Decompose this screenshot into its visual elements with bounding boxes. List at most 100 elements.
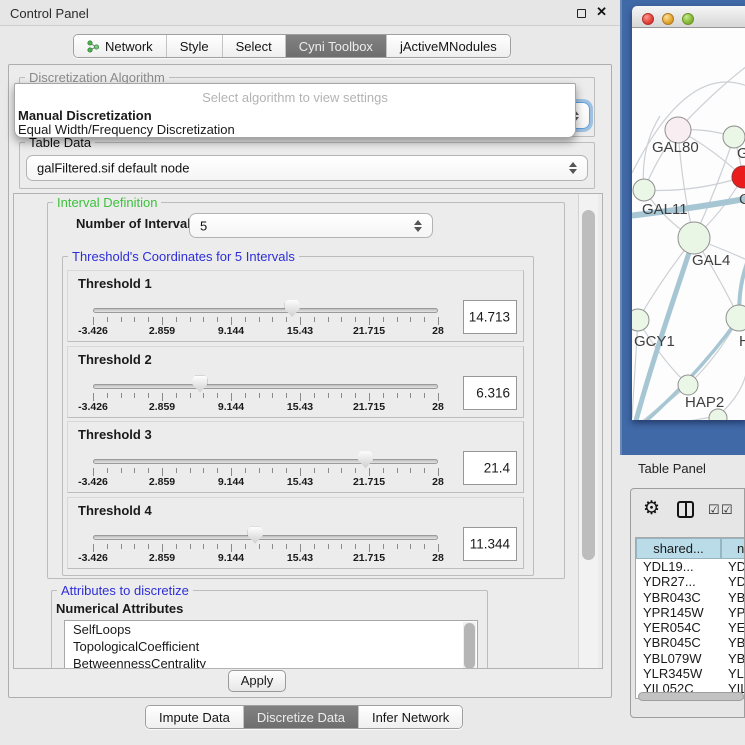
slider-thumb[interactable] xyxy=(248,527,263,544)
tab-cyni-toolbox[interactable]: Cyni Toolbox xyxy=(285,35,386,57)
threshold-label: Threshold 2 xyxy=(78,352,152,367)
slider-thumb[interactable] xyxy=(358,451,373,468)
attribute-item[interactable]: TopologicalCoefficient xyxy=(65,638,477,655)
vertical-scrollbar[interactable] xyxy=(578,194,598,668)
settings-scrollpane: Interval Definition Number of Intervals … xyxy=(13,193,603,669)
close-traffic-light-icon[interactable] xyxy=(642,13,654,25)
tab-select[interactable]: Select xyxy=(222,35,285,57)
slider-tick xyxy=(286,393,287,398)
tab-label: Impute Data xyxy=(159,710,230,725)
list-scrollbar[interactable] xyxy=(463,622,476,669)
table-row[interactable]: YDR27...YDR2 xyxy=(636,574,745,589)
right-side: GAL80 GA C GAL11 GAL4 GCY1 H HAP2 Table … xyxy=(620,0,745,745)
slider-thumb[interactable] xyxy=(192,376,207,393)
zoom-traffic-light-icon[interactable] xyxy=(682,13,694,25)
slider-tick xyxy=(259,544,260,549)
cell-name: YBR0 xyxy=(728,590,745,605)
network-canvas[interactable]: GAL80 GA C GAL11 GAL4 GCY1 H HAP2 xyxy=(632,28,745,420)
table-row[interactable]: YDL19...YDL1 xyxy=(636,559,745,574)
axis-tick-label: 2.859 xyxy=(149,476,175,488)
slider-tick xyxy=(203,468,204,473)
threshold-value-field[interactable]: 11.344 xyxy=(463,527,517,561)
checkbox-icon[interactable]: ☑ xyxy=(721,502,733,518)
cell-name: YDL1 xyxy=(728,559,745,574)
threshold-value-field[interactable]: 14.713 xyxy=(463,300,517,334)
slider-tick xyxy=(231,468,232,476)
slider-tick xyxy=(397,393,398,398)
slider-tick xyxy=(107,544,108,549)
minimize-traffic-light-icon[interactable] xyxy=(662,13,674,25)
attribute-item[interactable]: SelfLoops xyxy=(65,621,477,638)
number-of-intervals-select[interactable]: 5 xyxy=(189,213,433,238)
checkbox-icon[interactable]: ☑ xyxy=(708,502,720,518)
node-h[interactable] xyxy=(726,305,745,331)
slider-tick xyxy=(369,317,370,325)
gear-icon[interactable]: ⚙ xyxy=(643,497,660,520)
slider-tick xyxy=(259,317,260,322)
node-hap2[interactable] xyxy=(678,375,698,395)
table-row[interactable]: YBR045CYBR0 xyxy=(636,635,745,650)
algorithm-option-equal-width[interactable]: Equal Width/Frequency Discretization xyxy=(18,122,235,137)
slider-tick xyxy=(424,317,425,322)
apply-button[interactable]: Apply xyxy=(228,670,286,692)
tab-discretize-data[interactable]: Discretize Data xyxy=(243,706,358,728)
slider-tick xyxy=(383,544,384,549)
slider-tick xyxy=(438,468,439,476)
group-title: Interval Definition xyxy=(53,195,161,210)
node-gal4[interactable] xyxy=(678,222,710,254)
slider-tick xyxy=(121,544,122,549)
slider-track[interactable] xyxy=(93,459,438,464)
algorithm-dropdown-popup: Select algorithm to view settings Manual… xyxy=(14,83,576,138)
numerical-attributes-list[interactable]: SelfLoopsTopologicalCoefficientBetweenne… xyxy=(64,620,478,669)
cell-shared-name: YBR045C xyxy=(643,635,701,650)
vertical-scrollbar-thumb[interactable] xyxy=(582,210,595,560)
table-row[interactable]: YPR145WYPR1 xyxy=(636,605,745,620)
slider-tick xyxy=(410,317,411,322)
table-row[interactable]: YER054CYER0 xyxy=(636,620,745,635)
float-window-icon[interactable] xyxy=(577,9,586,18)
threshold-value: 6.316 xyxy=(476,385,510,400)
slider-tick xyxy=(341,544,342,549)
slider-tick xyxy=(190,393,191,398)
axis-tick-label: 9.144 xyxy=(218,476,244,488)
column-header-name[interactable]: n xyxy=(721,538,745,559)
slider-tick xyxy=(93,393,94,401)
slider-tick xyxy=(203,544,204,549)
slider-tick xyxy=(286,468,287,473)
slider-track[interactable] xyxy=(93,384,438,389)
column-header-shared-name[interactable]: shared... xyxy=(636,538,721,559)
tab-jactivemnodules[interactable]: jActiveMNodules xyxy=(386,35,510,57)
attribute-item[interactable]: BetweennessCentrality xyxy=(65,655,477,669)
slider-tick xyxy=(286,544,287,549)
threshold-value-field[interactable]: 6.316 xyxy=(463,376,517,410)
tab-style[interactable]: Style xyxy=(166,35,222,57)
algorithm-option-manual[interactable]: Manual Discretization xyxy=(18,108,152,123)
table-row[interactable]: YLR345WYLR3 xyxy=(636,666,745,681)
slider-track[interactable] xyxy=(93,308,438,313)
list-scrollbar-thumb[interactable] xyxy=(464,623,475,669)
table-row[interactable]: YBL079WYBL0 xyxy=(636,651,745,666)
network-window-titlebar[interactable] xyxy=(632,6,745,28)
tab-infer-network[interactable]: Infer Network xyxy=(358,706,462,728)
axis-tick-label: 15.43 xyxy=(287,325,313,337)
slider-track[interactable] xyxy=(93,535,438,540)
table-row[interactable]: YBR043CYBR0 xyxy=(636,590,745,605)
slider-tick xyxy=(328,317,329,322)
slider-tick xyxy=(107,468,108,473)
threshold-value-field[interactable]: 21.4 xyxy=(463,451,517,485)
threshold-label: Threshold 1 xyxy=(78,276,152,291)
node-gal11[interactable] xyxy=(633,179,655,201)
slider-thumb[interactable] xyxy=(285,300,300,317)
tab-impute-data[interactable]: Impute Data xyxy=(146,706,243,728)
horizontal-scrollbar-thumb[interactable] xyxy=(638,692,744,701)
slider-tick xyxy=(217,468,218,473)
tab-network[interactable]: Network xyxy=(74,35,166,57)
close-icon[interactable]: ✕ xyxy=(596,4,607,20)
cell-name: YDR2 xyxy=(728,574,745,589)
table-data-select[interactable]: galFiltered.sif default node xyxy=(26,155,588,181)
threshold-box: Threshold 2-3.4262.8599.14415.4321.71528… xyxy=(67,346,524,418)
slider-tick xyxy=(134,544,135,549)
node-gcy1[interactable] xyxy=(632,309,649,331)
axis-tick-label: 28 xyxy=(432,401,444,413)
split-columns-icon[interactable] xyxy=(677,501,694,518)
